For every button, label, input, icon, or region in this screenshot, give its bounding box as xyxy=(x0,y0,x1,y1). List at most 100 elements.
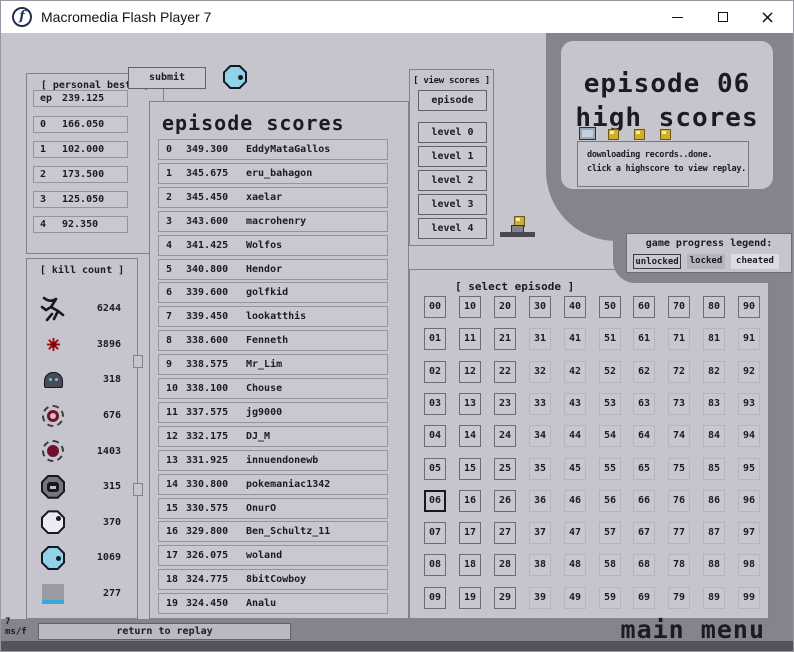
episode-cell-41[interactable]: 41 xyxy=(564,328,586,350)
episode-cell-88[interactable]: 88 xyxy=(703,554,725,576)
highscore-row[interactable]: 18 324.775 8bitCowboy xyxy=(158,569,388,590)
episode-cell-59[interactable]: 59 xyxy=(599,587,621,609)
highscore-row[interactable]: 1 345.675 eru_bahagon xyxy=(158,163,388,184)
episode-cell-85[interactable]: 85 xyxy=(703,458,725,480)
episode-cell-33[interactable]: 33 xyxy=(529,393,551,415)
episode-cell-49[interactable]: 49 xyxy=(564,587,586,609)
episode-cell-98[interactable]: 98 xyxy=(738,554,760,576)
episode-cell-15[interactable]: 15 xyxy=(459,458,481,480)
highscore-row[interactable]: 14 330.800 pokemaniac1342 xyxy=(158,474,388,495)
close-button[interactable] xyxy=(745,1,790,33)
episode-cell-12[interactable]: 12 xyxy=(459,361,481,383)
episode-cell-67[interactable]: 67 xyxy=(633,522,655,544)
episode-cell-35[interactable]: 35 xyxy=(529,458,551,480)
episode-cell-91[interactable]: 91 xyxy=(738,328,760,350)
episode-cell-86[interactable]: 86 xyxy=(703,490,725,512)
episode-cell-00[interactable]: 00 xyxy=(424,296,446,318)
episode-cell-46[interactable]: 46 xyxy=(564,490,586,512)
highscore-row[interactable]: 17 326.075 woland xyxy=(158,545,388,566)
return-to-replay-button[interactable]: return to replay xyxy=(38,623,291,640)
episode-cell-47[interactable]: 47 xyxy=(564,522,586,544)
episode-cell-65[interactable]: 65 xyxy=(633,458,655,480)
episode-cell-55[interactable]: 55 xyxy=(599,458,621,480)
episode-cell-22[interactable]: 22 xyxy=(494,361,516,383)
episode-cell-39[interactable]: 39 xyxy=(529,587,551,609)
episode-cell-62[interactable]: 62 xyxy=(633,361,655,383)
episode-cell-17[interactable]: 17 xyxy=(459,522,481,544)
episode-cell-50[interactable]: 50 xyxy=(599,296,621,318)
episode-cell-69[interactable]: 69 xyxy=(633,587,655,609)
episode-cell-96[interactable]: 96 xyxy=(738,490,760,512)
episode-cell-78[interactable]: 78 xyxy=(668,554,690,576)
episode-cell-92[interactable]: 92 xyxy=(738,361,760,383)
episode-cell-61[interactable]: 61 xyxy=(633,328,655,350)
episode-cell-30[interactable]: 30 xyxy=(529,296,551,318)
highscore-row[interactable]: 4 341.425 Wolfos xyxy=(158,235,388,256)
episode-cell-04[interactable]: 04 xyxy=(424,425,446,447)
episode-cell-87[interactable]: 87 xyxy=(703,522,725,544)
episode-cell-13[interactable]: 13 xyxy=(459,393,481,415)
episode-cell-97[interactable]: 97 xyxy=(738,522,760,544)
episode-cell-14[interactable]: 14 xyxy=(459,425,481,447)
episode-cell-21[interactable]: 21 xyxy=(494,328,516,350)
submit-button[interactable]: submit xyxy=(128,67,206,89)
episode-cell-43[interactable]: 43 xyxy=(564,393,586,415)
episode-cell-02[interactable]: 02 xyxy=(424,361,446,383)
episode-cell-80[interactable]: 80 xyxy=(703,296,725,318)
episode-cell-25[interactable]: 25 xyxy=(494,458,516,480)
episode-cell-99[interactable]: 99 xyxy=(738,587,760,609)
episode-cell-42[interactable]: 42 xyxy=(564,361,586,383)
minimize-button[interactable] xyxy=(655,1,700,33)
episode-cell-10[interactable]: 10 xyxy=(459,296,481,318)
highscore-row[interactable]: 15 330.575 OnurO xyxy=(158,498,388,519)
highscore-row[interactable]: 3 343.600 macrohenry xyxy=(158,211,388,232)
highscore-row[interactable]: 19 324.450 Analu xyxy=(158,593,388,614)
highscore-row[interactable]: 5 340.800 Hendor xyxy=(158,259,388,280)
episode-cell-51[interactable]: 51 xyxy=(599,328,621,350)
view-level-3-button[interactable]: level 3 xyxy=(418,194,487,215)
episode-cell-82[interactable]: 82 xyxy=(703,361,725,383)
highscore-row[interactable]: 0 349.300 EddyMataGallos xyxy=(158,139,388,160)
episode-cell-57[interactable]: 57 xyxy=(599,522,621,544)
episode-cell-71[interactable]: 71 xyxy=(668,328,690,350)
episode-cell-45[interactable]: 45 xyxy=(564,458,586,480)
episode-cell-36[interactable]: 36 xyxy=(529,490,551,512)
episode-cell-06[interactable]: 06 xyxy=(424,490,446,512)
highscore-row[interactable]: 6 339.600 golfkid xyxy=(158,282,388,303)
episode-cell-40[interactable]: 40 xyxy=(564,296,586,318)
episode-cell-32[interactable]: 32 xyxy=(529,361,551,383)
episode-cell-84[interactable]: 84 xyxy=(703,425,725,447)
episode-cell-52[interactable]: 52 xyxy=(599,361,621,383)
episode-cell-09[interactable]: 09 xyxy=(424,587,446,609)
episode-cell-01[interactable]: 01 xyxy=(424,328,446,350)
episode-cell-31[interactable]: 31 xyxy=(529,328,551,350)
episode-cell-29[interactable]: 29 xyxy=(494,587,516,609)
episode-cell-64[interactable]: 64 xyxy=(633,425,655,447)
episode-cell-03[interactable]: 03 xyxy=(424,393,446,415)
episode-cell-23[interactable]: 23 xyxy=(494,393,516,415)
episode-cell-38[interactable]: 38 xyxy=(529,554,551,576)
episode-cell-56[interactable]: 56 xyxy=(599,490,621,512)
episode-cell-58[interactable]: 58 xyxy=(599,554,621,576)
highscore-row[interactable]: 11 337.575 jg9000 xyxy=(158,402,388,423)
episode-cell-76[interactable]: 76 xyxy=(668,490,690,512)
episode-cell-19[interactable]: 19 xyxy=(459,587,481,609)
episode-cell-94[interactable]: 94 xyxy=(738,425,760,447)
episode-cell-24[interactable]: 24 xyxy=(494,425,516,447)
episode-cell-34[interactable]: 34 xyxy=(529,425,551,447)
highscore-row[interactable]: 2 345.450 xaelar xyxy=(158,187,388,208)
episode-cell-73[interactable]: 73 xyxy=(668,393,690,415)
episode-cell-74[interactable]: 74 xyxy=(668,425,690,447)
episode-cell-08[interactable]: 08 xyxy=(424,554,446,576)
highscore-row[interactable]: 7 339.450 lookatthis xyxy=(158,306,388,327)
episode-cell-72[interactable]: 72 xyxy=(668,361,690,383)
episode-cell-26[interactable]: 26 xyxy=(494,490,516,512)
view-level-2-button[interactable]: level 2 xyxy=(418,170,487,191)
episode-cell-28[interactable]: 28 xyxy=(494,554,516,576)
episode-cell-83[interactable]: 83 xyxy=(703,393,725,415)
episode-cell-44[interactable]: 44 xyxy=(564,425,586,447)
main-menu-button[interactable]: main menu xyxy=(621,615,765,644)
episode-cell-93[interactable]: 93 xyxy=(738,393,760,415)
episode-cell-11[interactable]: 11 xyxy=(459,328,481,350)
maximize-button[interactable] xyxy=(700,1,745,33)
